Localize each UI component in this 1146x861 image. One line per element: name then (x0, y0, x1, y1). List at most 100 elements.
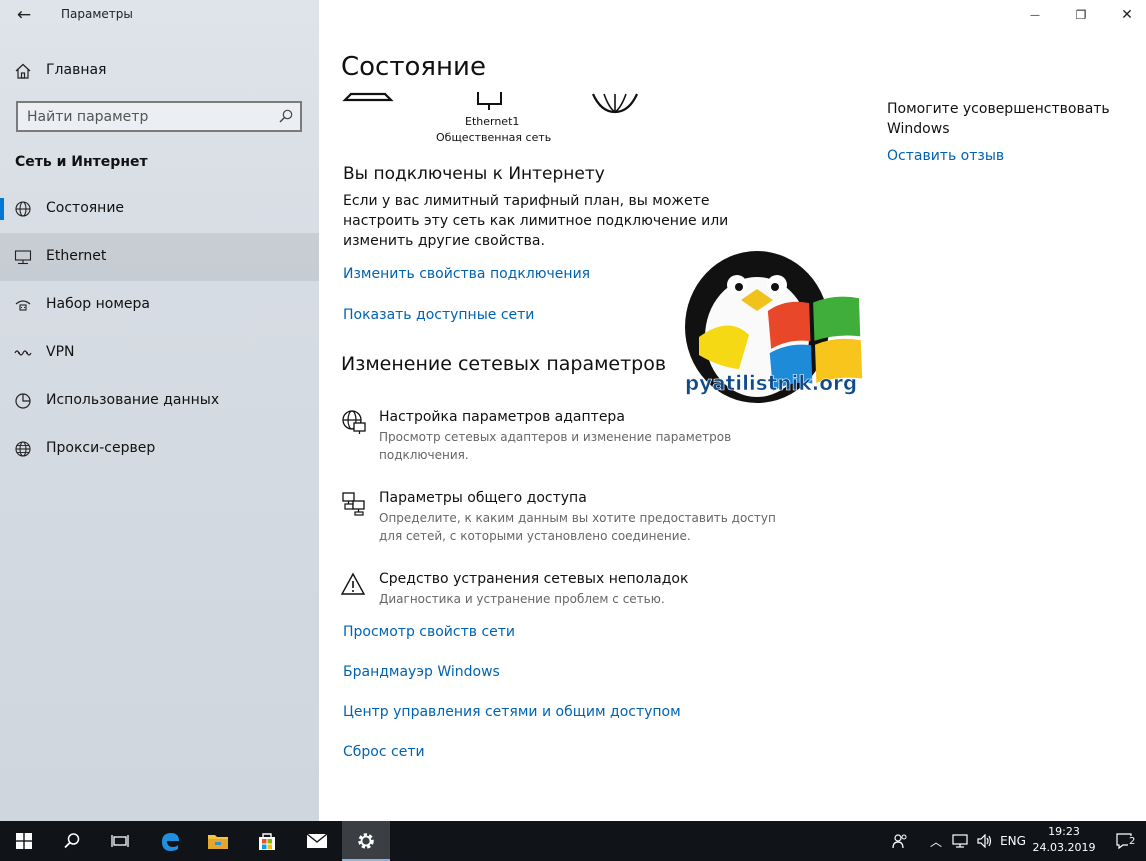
clock-time: 19:23 (1048, 825, 1080, 838)
data-usage-icon (15, 393, 31, 409)
connected-description: Если у вас лимитный тарифный план, вы мо… (343, 193, 729, 249)
option-description: Диагностика и устранение проблем с сетью… (379, 592, 665, 606)
option-description: Определите, к каким данным вы хотите пре… (379, 511, 776, 543)
show-hidden-icons-button[interactable]: ︿ (925, 821, 947, 861)
task-view-button[interactable] (96, 821, 144, 861)
home-nav-item[interactable]: Главная (0, 56, 319, 86)
network-tray-icon (952, 834, 968, 848)
sharing-icon (342, 492, 365, 516)
edge-icon (162, 833, 179, 851)
windows-firewall-link[interactable]: Брандмауэр Windows (343, 664, 500, 680)
main-content: — ❐ ✕ Состояние Ethernet1 Общественная с… (319, 0, 1146, 821)
store-bag-icon (259, 833, 275, 850)
sidebar-item-label: Прокси-сервер (46, 440, 156, 456)
sidebar-item-label: Использование данных (46, 392, 220, 408)
option-title: Настройка параметров адаптера (379, 409, 625, 425)
search-input[interactable] (18, 103, 268, 130)
language-label: ENG (1000, 834, 1026, 848)
sidebar-item-label: Ethernet (46, 248, 107, 264)
page-title: Состояние (341, 52, 486, 82)
people-button[interactable] (886, 821, 914, 861)
sidebar-item-label: Состояние (46, 200, 125, 216)
sidebar-item-data-usage[interactable]: Использование данных (0, 377, 319, 425)
back-arrow-icon: ← (16, 5, 32, 25)
settings-search-box[interactable] (16, 101, 302, 132)
close-icon: ✕ (1121, 7, 1133, 23)
mail-icon (306, 833, 328, 848)
troubleshooter-option[interactable]: Средство устранения сетевых неполадок Ди… (341, 571, 811, 611)
clock-date: 24.03.2019 (1032, 841, 1096, 854)
show-available-networks-link[interactable]: Показать доступные сети (343, 307, 534, 323)
edge-browser-button[interactable] (146, 821, 194, 861)
sidebar-item-label: VPN (46, 344, 75, 360)
file-explorer-button[interactable] (194, 821, 242, 861)
section-heading: Сеть и Интернет (15, 154, 148, 170)
ethernet-icon (14, 250, 32, 265)
option-description: Просмотр сетевых адаптеров и изменение п… (379, 430, 732, 462)
ethernet-network-icon (477, 92, 502, 110)
volume-icon (977, 834, 992, 848)
folder-icon (208, 835, 228, 849)
input-language-indicator[interactable]: ENG (998, 821, 1028, 861)
change-settings-heading: Изменение сетевых параметров (341, 353, 667, 375)
notifications-count: 2 (1128, 836, 1137, 847)
sidebar-item-status[interactable]: Состояние (0, 185, 319, 233)
restore-icon: ❐ (1075, 8, 1087, 22)
settings-sidebar: ← Параметры Главная Сеть и Интернет Сост… (0, 0, 319, 821)
task-view-icon (111, 835, 129, 847)
globe-status-icon (15, 201, 31, 217)
windows-logo-icon (16, 833, 32, 849)
start-button[interactable] (0, 821, 48, 861)
watermark-text: pyatilistnik.org (685, 371, 857, 395)
taskbar-clock[interactable]: 19:23 24.03.2019 (1032, 824, 1096, 856)
mail-button[interactable] (293, 821, 341, 861)
settings-taskbar-button[interactable] (342, 821, 390, 861)
home-label: Главная (46, 62, 107, 78)
network-sharing-center-link[interactable]: Центр управления сетями и общим доступом (343, 704, 681, 720)
sidebar-item-vpn[interactable]: VPN (0, 329, 319, 377)
action-center-button[interactable]: 2 (1108, 821, 1142, 861)
warning-icon (341, 572, 366, 595)
sharing-options[interactable]: Параметры общего доступа Определите, к к… (341, 490, 811, 543)
network-tray-button[interactable] (948, 821, 972, 861)
dialup-icon (15, 300, 31, 311)
app-title: Параметры (61, 7, 133, 21)
close-button[interactable]: ✕ (1104, 0, 1146, 30)
change-connection-properties-link[interactable]: Изменить свойства подключения (343, 266, 590, 282)
network-name: Ethernet1 (465, 115, 520, 128)
connected-heading: Вы подключены к Интернету (343, 164, 605, 184)
minimize-button[interactable]: — (1012, 0, 1058, 30)
view-network-properties-link[interactable]: Просмотр свойств сети (343, 624, 515, 640)
gear-icon (358, 833, 374, 849)
vpn-icon (14, 350, 32, 356)
option-title: Средство устранения сетевых неполадок (379, 571, 689, 587)
home-icon (15, 63, 31, 79)
search-icon (64, 833, 80, 849)
network-type: Общественная сеть (436, 131, 552, 144)
network-reset-link[interactable]: Сброс сети (343, 744, 425, 760)
back-button[interactable]: ← (8, 3, 40, 27)
store-button[interactable] (243, 821, 291, 861)
help-improve-heading: Помогите усовершенствовать Windows (887, 101, 1110, 137)
sidebar-item-proxy[interactable]: Прокси-сервер (0, 425, 319, 473)
minimize-icon: — (1030, 9, 1040, 21)
taskbar: ︿ ENG 19:23 24.03.2019 2 (0, 821, 1146, 861)
computer-icon (342, 92, 394, 102)
globe-icon (15, 441, 31, 457)
sidebar-item-dialup[interactable]: Набор номера (0, 281, 319, 329)
restore-button[interactable]: ❐ (1058, 0, 1104, 30)
sidebar-item-label: Набор номера (46, 296, 151, 312)
option-title: Параметры общего доступа (379, 490, 587, 506)
people-icon (892, 834, 907, 849)
sidebar-item-ethernet[interactable]: Ethernet (0, 233, 319, 281)
volume-button[interactable] (973, 821, 997, 861)
internet-globe-icon (591, 93, 639, 114)
chevron-up-icon: ︿ (929, 834, 942, 849)
search-icon[interactable] (278, 108, 294, 124)
feedback-link[interactable]: Оставить отзыв (887, 148, 1004, 164)
active-indicator (0, 198, 4, 220)
titlebar-left: ← Параметры (0, 0, 319, 30)
taskbar-search-button[interactable] (48, 821, 96, 861)
pyatilistnik-watermark-logo: pyatilistnik.org (685, 251, 863, 403)
adapter-settings-icon (342, 410, 366, 434)
